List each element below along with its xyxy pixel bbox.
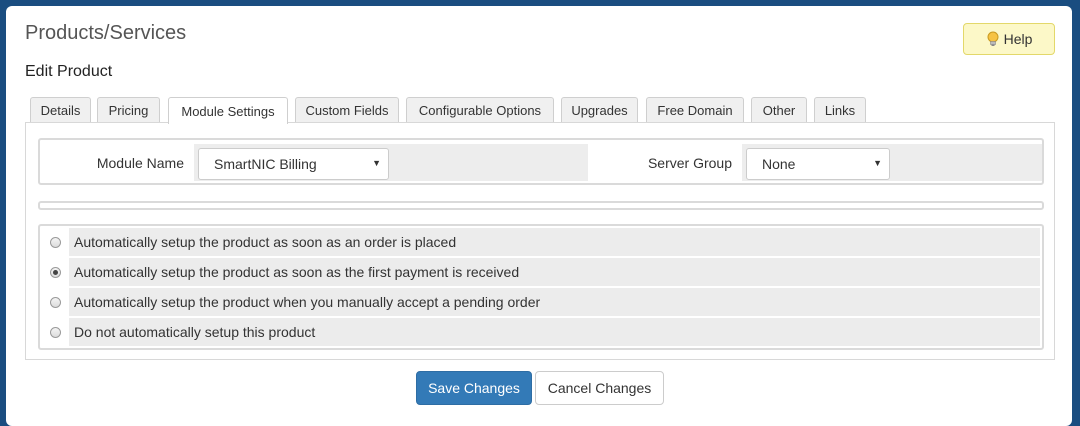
setup-option-label: Automatically setup the product when you… — [69, 288, 1040, 316]
server-group-label: Server Group — [647, 155, 732, 171]
setup-option-radio[interactable] — [50, 267, 61, 278]
tab-upgrades[interactable]: Upgrades — [561, 97, 638, 123]
help-button[interactable]: Help — [963, 23, 1055, 55]
server-group-value: None — [762, 156, 796, 172]
module-name-label: Module Name — [96, 155, 184, 171]
setup-option-row: Automatically setup the product as soon … — [42, 258, 1040, 286]
module-name-value: SmartNIC Billing — [214, 156, 317, 172]
lightbulb-icon — [987, 31, 999, 46]
help-label: Help — [1003, 31, 1033, 47]
tab-free-domain[interactable]: Free Domain — [646, 97, 744, 123]
setup-option-radio[interactable] — [50, 327, 61, 338]
module-options-container — [38, 201, 1044, 210]
dropdown-caret-icon: ▼ — [873, 158, 882, 168]
server-group-select[interactable]: None ▼ — [746, 148, 890, 180]
tab-details[interactable]: Details — [30, 97, 91, 123]
tab-pricing[interactable]: Pricing — [97, 97, 160, 123]
tab-custom-fields[interactable]: Custom Fields — [295, 97, 399, 123]
tab-module-settings[interactable]: Module Settings — [168, 97, 288, 124]
page-title: Products/Services — [25, 22, 187, 44]
module-config-table: Module Name SmartNIC Billing ▼ Server Gr… — [38, 138, 1044, 185]
setup-option-radio[interactable] — [50, 237, 61, 248]
save-changes-button[interactable]: Save Changes — [416, 371, 532, 405]
main-panel: Products/Services Edit Product Help Deta… — [6, 6, 1072, 426]
tab-configurable-options[interactable]: Configurable Options — [406, 97, 554, 123]
setup-option-label: Automatically setup the product as soon … — [69, 228, 1040, 256]
setup-option-label: Automatically setup the product as soon … — [69, 258, 1040, 286]
setup-option-row: Do not automatically setup this product — [42, 318, 1040, 346]
module-name-select[interactable]: SmartNIC Billing ▼ — [198, 148, 389, 180]
setup-option-label: Do not automatically setup this product — [69, 318, 1040, 346]
setup-option-row: Automatically setup the product when you… — [42, 288, 1040, 316]
setup-option-row: Automatically setup the product as soon … — [42, 228, 1040, 256]
cancel-changes-button[interactable]: Cancel Changes — [535, 371, 664, 405]
tab-other[interactable]: Other — [751, 97, 807, 123]
dropdown-caret-icon: ▼ — [372, 158, 381, 168]
tab-links[interactable]: Links — [814, 97, 866, 123]
setup-options-table: Automatically setup the product as soon … — [38, 224, 1044, 350]
module-settings-panel: Module Name SmartNIC Billing ▼ Server Gr… — [25, 122, 1055, 360]
setup-option-radio[interactable] — [50, 297, 61, 308]
page-subtitle: Edit Product — [25, 63, 113, 80]
